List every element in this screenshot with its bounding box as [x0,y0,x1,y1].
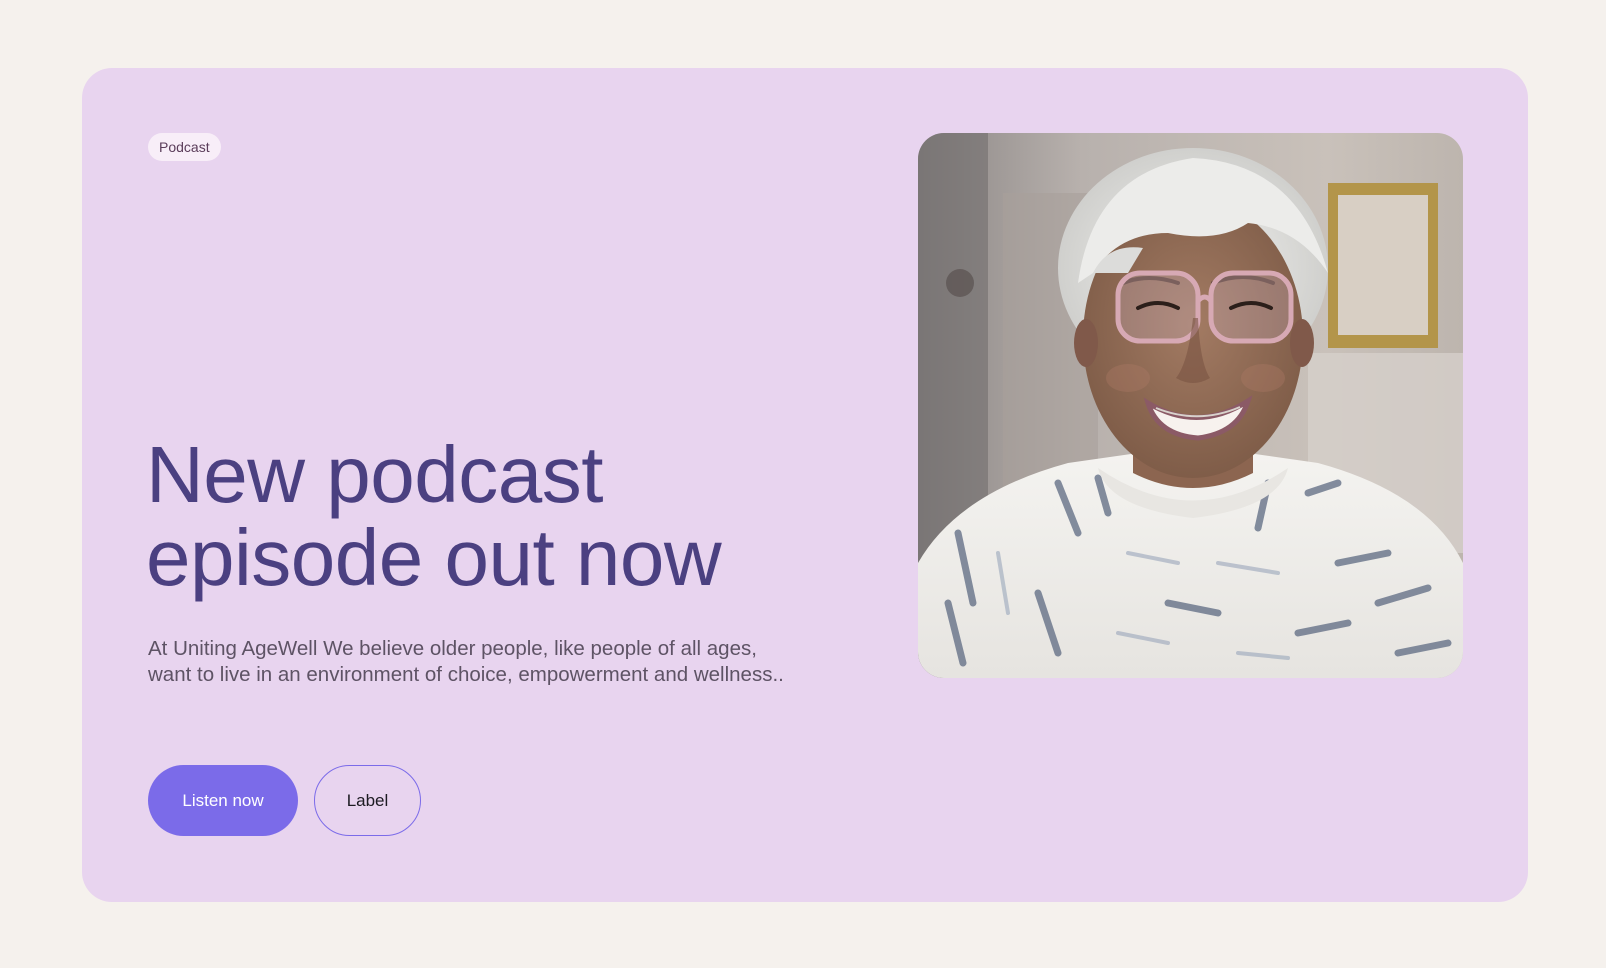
listen-now-button[interactable]: Listen now [148,765,298,836]
headline-line-1: New podcast [146,430,603,519]
label-button[interactable]: Label [314,765,421,836]
podcast-hero-card: Podcast New podcast episode out now At U… [82,68,1528,902]
podcast-badge: Podcast [148,133,221,161]
hero-headline: New podcast episode out now [146,433,846,599]
smiling-elderly-woman-photo [918,133,1463,678]
headline-line-2: episode out now [146,513,722,602]
hero-description: At Uniting AgeWell We believe older peop… [148,637,784,686]
